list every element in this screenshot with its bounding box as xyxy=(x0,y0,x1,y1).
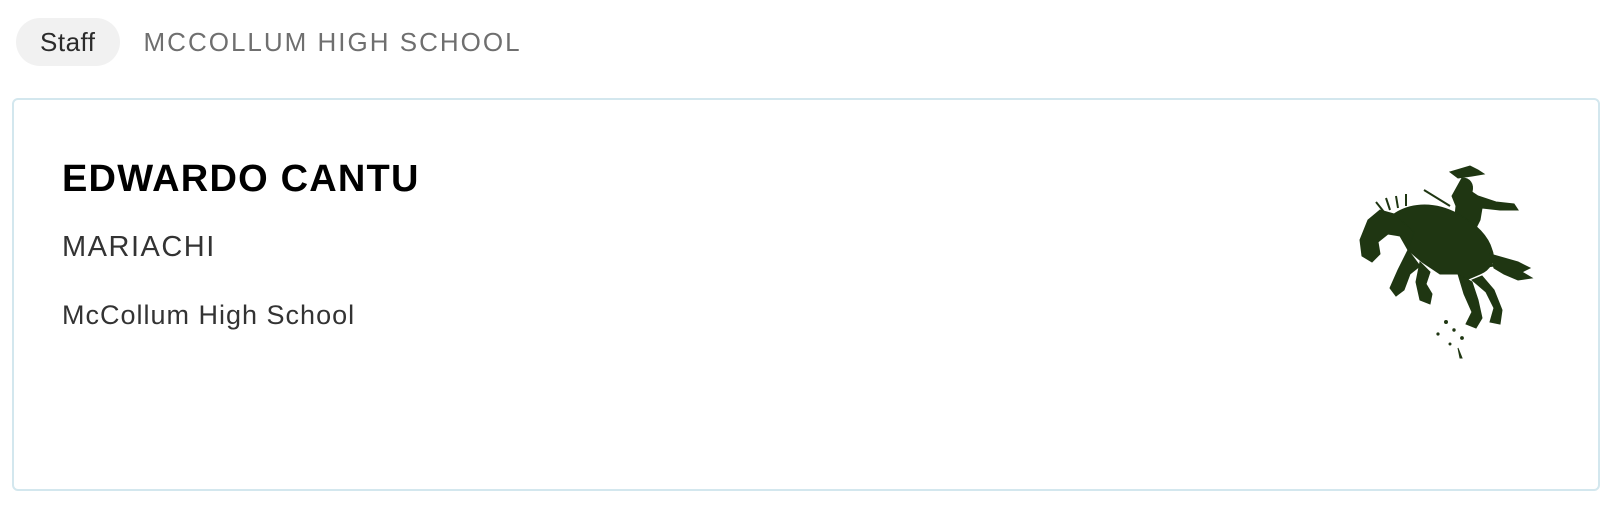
staff-category-label: Staff xyxy=(40,26,96,57)
staff-name: EDWARDO CANTU xyxy=(62,158,420,200)
school-title[interactable]: MCCOLLUM HIGH SCHOOL xyxy=(144,27,522,58)
staff-category-pill[interactable]: Staff xyxy=(16,18,120,66)
breadcrumb: Staff MCCOLLUM HIGH SCHOOL xyxy=(16,18,522,66)
staff-school: McCollum High School xyxy=(62,300,356,330)
bronco-rider-logo-icon xyxy=(1354,162,1544,360)
staff-role: MARIACHI xyxy=(62,231,216,263)
staff-card[interactable]: EDWARDO CANTU MARIACHI McCollum High Sch… xyxy=(12,98,1600,491)
